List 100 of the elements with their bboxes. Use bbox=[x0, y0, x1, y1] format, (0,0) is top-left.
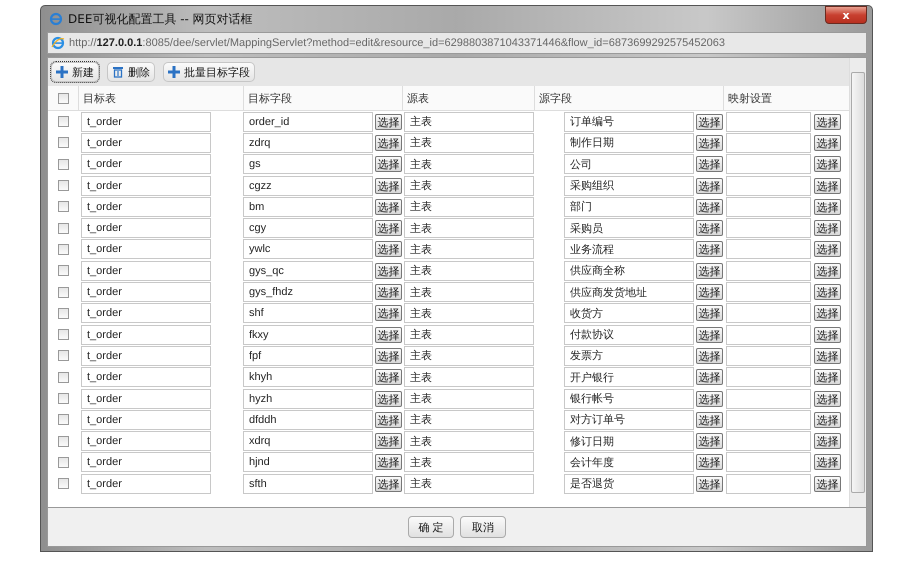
select-button[interactable]: 选择 bbox=[375, 326, 402, 343]
input-field[interactable] bbox=[726, 282, 811, 302]
select-button[interactable]: 选择 bbox=[814, 114, 841, 130]
input-field[interactable]: 业务流程 bbox=[564, 239, 694, 260]
select-all-checkbox[interactable] bbox=[58, 92, 68, 104]
input-field[interactable]: gys_qc bbox=[243, 260, 373, 281]
input-field[interactable]: cgzz bbox=[243, 176, 373, 196]
input-field[interactable] bbox=[726, 154, 811, 174]
input-field[interactable]: t_order bbox=[81, 474, 211, 494]
input-field[interactable]: t_order bbox=[81, 196, 211, 217]
row-checkbox[interactable] bbox=[58, 222, 68, 234]
select-button[interactable]: 选择 bbox=[696, 220, 723, 236]
select-button[interactable]: 选择 bbox=[814, 156, 841, 172]
toolbar-button[interactable]: 删除 bbox=[107, 62, 155, 82]
input-field[interactable]: 供应商全称 bbox=[564, 260, 694, 281]
row-checkbox[interactable] bbox=[58, 414, 68, 426]
input-field[interactable] bbox=[726, 303, 811, 324]
select-button[interactable]: 选择 bbox=[696, 262, 723, 279]
select-button[interactable]: 选择 bbox=[696, 114, 723, 130]
row-checkbox[interactable] bbox=[58, 456, 68, 468]
input-field[interactable]: t_order bbox=[81, 431, 211, 452]
select-button[interactable]: 选择 bbox=[696, 305, 723, 322]
input-field[interactable]: t_order bbox=[81, 367, 211, 388]
input-field[interactable]: xdrq bbox=[243, 431, 373, 452]
input-field[interactable]: 主表 bbox=[404, 260, 534, 281]
input-field[interactable]: dfddh bbox=[243, 410, 373, 430]
select-button[interactable]: 选择 bbox=[814, 412, 841, 428]
input-field[interactable]: 修订日期 bbox=[564, 431, 694, 452]
select-button[interactable]: 选择 bbox=[375, 305, 402, 322]
select-button[interactable]: 选择 bbox=[696, 241, 723, 258]
input-field[interactable]: 主表 bbox=[404, 346, 534, 366]
input-field[interactable]: 主表 bbox=[404, 431, 534, 452]
input-field[interactable]: 主表 bbox=[404, 303, 534, 324]
select-button[interactable]: 选择 bbox=[814, 348, 841, 364]
select-button[interactable]: 选择 bbox=[696, 369, 723, 386]
select-button[interactable]: 选择 bbox=[814, 262, 841, 279]
select-button[interactable]: 选择 bbox=[814, 134, 841, 151]
input-field[interactable]: 制作日期 bbox=[564, 132, 694, 153]
input-field[interactable]: t_order bbox=[81, 346, 211, 366]
select-button[interactable]: 选择 bbox=[375, 369, 402, 386]
select-button[interactable]: 选择 bbox=[375, 156, 402, 172]
input-field[interactable]: 采购员 bbox=[564, 218, 694, 238]
input-field[interactable]: 付款协议 bbox=[564, 324, 694, 345]
select-button[interactable]: 选择 bbox=[814, 198, 841, 215]
select-button[interactable]: 选择 bbox=[375, 198, 402, 215]
input-field[interactable]: t_order bbox=[81, 303, 211, 324]
row-checkbox[interactable] bbox=[58, 329, 68, 340]
input-field[interactable]: fkxy bbox=[243, 324, 373, 345]
input-field[interactable]: 供应商发货地址 bbox=[564, 282, 694, 302]
input-field[interactable]: hjnd bbox=[243, 452, 373, 472]
select-button[interactable]: 选择 bbox=[375, 220, 402, 236]
input-field[interactable]: 是否退货 bbox=[564, 474, 694, 494]
input-field[interactable]: sfth bbox=[243, 474, 373, 494]
select-button[interactable]: 选择 bbox=[696, 156, 723, 172]
input-field[interactable] bbox=[726, 410, 811, 430]
input-field[interactable]: t_order bbox=[81, 282, 211, 302]
input-field[interactable] bbox=[726, 260, 811, 281]
select-button[interactable]: 选择 bbox=[696, 198, 723, 215]
input-field[interactable]: 采购组织 bbox=[564, 176, 694, 196]
select-button[interactable]: 选择 bbox=[375, 114, 402, 130]
input-field[interactable]: 主表 bbox=[404, 410, 534, 430]
input-field[interactable]: 主表 bbox=[404, 154, 534, 174]
input-field[interactable]: 会计年度 bbox=[564, 452, 694, 472]
select-button[interactable]: 选择 bbox=[375, 476, 402, 492]
select-button[interactable]: 选择 bbox=[814, 284, 841, 300]
input-field[interactable]: 主表 bbox=[404, 176, 534, 196]
input-field[interactable]: 主表 bbox=[404, 388, 534, 408]
select-button[interactable]: 选择 bbox=[696, 433, 723, 450]
input-field[interactable]: 收货方 bbox=[564, 303, 694, 324]
input-field[interactable]: shf bbox=[243, 303, 373, 324]
select-button[interactable]: 选择 bbox=[814, 220, 841, 236]
input-field[interactable] bbox=[726, 112, 811, 132]
input-field[interactable] bbox=[726, 474, 811, 494]
input-field[interactable] bbox=[726, 196, 811, 217]
select-button[interactable]: 选择 bbox=[375, 134, 402, 151]
input-field[interactable] bbox=[726, 431, 811, 452]
input-field[interactable]: t_order bbox=[81, 132, 211, 153]
row-checkbox[interactable] bbox=[58, 265, 68, 276]
select-button[interactable]: 选择 bbox=[814, 326, 841, 343]
input-field[interactable] bbox=[726, 367, 811, 388]
select-button[interactable]: 选择 bbox=[696, 348, 723, 364]
select-button[interactable]: 选择 bbox=[814, 369, 841, 386]
input-field[interactable]: 主表 bbox=[404, 474, 534, 494]
input-field[interactable]: gs bbox=[243, 154, 373, 174]
input-field[interactable]: 开户银行 bbox=[564, 367, 694, 388]
input-field[interactable] bbox=[726, 452, 811, 472]
input-field[interactable]: t_order bbox=[81, 154, 211, 174]
select-button[interactable]: 选择 bbox=[814, 454, 841, 470]
row-checkbox[interactable] bbox=[58, 180, 68, 192]
input-field[interactable]: 主表 bbox=[404, 218, 534, 238]
input-field[interactable]: 主表 bbox=[404, 239, 534, 260]
input-field[interactable] bbox=[726, 324, 811, 345]
input-field[interactable] bbox=[726, 239, 811, 260]
row-checkbox[interactable] bbox=[58, 436, 68, 447]
select-button[interactable]: 选择 bbox=[696, 178, 723, 194]
close-button[interactable]: x bbox=[825, 6, 867, 24]
input-field[interactable]: gys_fhdz bbox=[243, 282, 373, 302]
row-checkbox[interactable] bbox=[58, 372, 68, 383]
select-button[interactable]: 选择 bbox=[375, 412, 402, 428]
select-button[interactable]: 选择 bbox=[814, 178, 841, 194]
